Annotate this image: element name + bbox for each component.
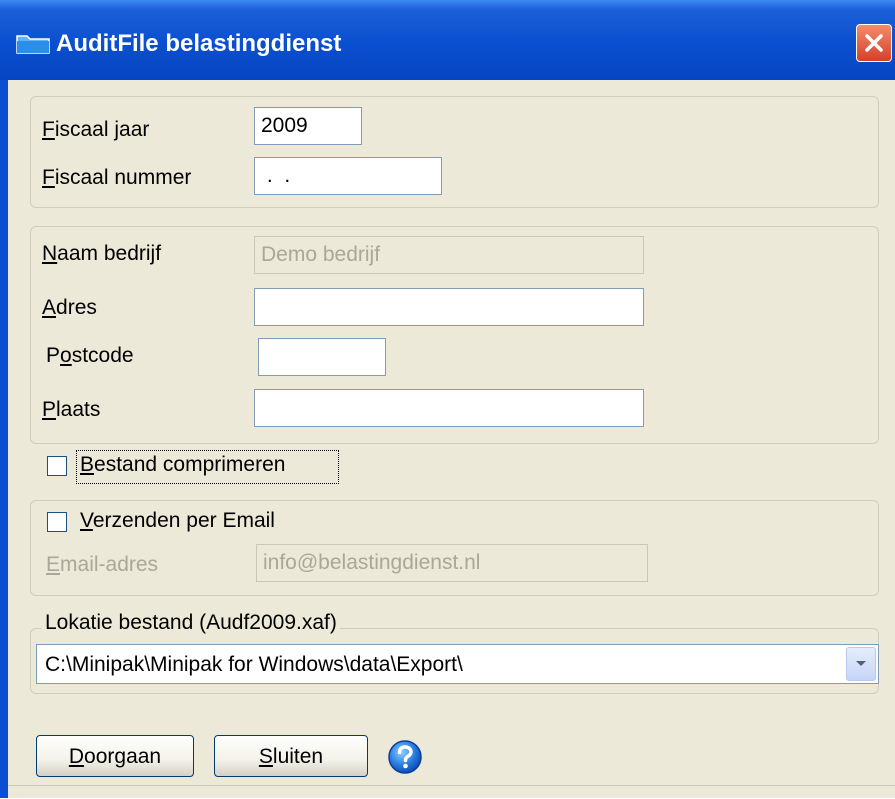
fiscal-group [30, 96, 879, 208]
email-address-input: info@belastingdienst.nl [256, 544, 648, 582]
company-name-label: Naam bedrijf [42, 242, 162, 265]
location-legend: Lokatie bestand (Audf2009.xaf) [42, 611, 340, 635]
close-icon [865, 34, 883, 52]
address-input[interactable] [254, 288, 644, 326]
city-input[interactable] [254, 389, 644, 427]
window-border [0, 80, 8, 798]
fiscal-number-input[interactable]: . . [254, 157, 442, 195]
fiscal-year-input[interactable]: 2009 [254, 107, 362, 145]
email-address-label: Email-adres [46, 553, 159, 576]
email-checkbox-label[interactable]: Verzenden per Email [80, 509, 275, 533]
help-icon[interactable] [387, 739, 423, 775]
dialog-window: AuditFile belastingdienst Fiscaal jaar 2… [0, 0, 895, 798]
compress-checkbox[interactable] [47, 456, 67, 476]
dropdown-button[interactable] [846, 647, 876, 681]
compress-label[interactable]: Bestand comprimeren [80, 453, 285, 477]
fiscal-year-label: Fiscaal jaar [42, 118, 150, 141]
chevron-down-icon [856, 661, 866, 666]
postcode-input[interactable] [258, 338, 386, 376]
city-label: Plaats [42, 398, 101, 421]
email-checkbox[interactable] [47, 512, 67, 532]
title-bar[interactable]: AuditFile belastingdienst [0, 0, 895, 80]
location-path-value: C:\Minipak\Minipak for Windows\data\Expo… [45, 653, 463, 676]
status-bar [8, 785, 895, 799]
window-title: AuditFile belastingdienst [56, 30, 342, 57]
fiscal-number-label: Fiscaal nummer [42, 166, 192, 189]
continue-button[interactable]: Doorgaan [36, 735, 194, 777]
close-button[interactable]: Sluiten [214, 735, 368, 777]
folder-icon [16, 35, 50, 54]
close-window-button[interactable] [856, 24, 892, 62]
address-label: Adres [42, 296, 97, 319]
company-name-input: Demo bedrijf [254, 236, 644, 274]
postcode-label: Postcode [46, 344, 134, 367]
location-path-select[interactable]: C:\Minipak\Minipak for Windows\data\Expo… [36, 644, 879, 684]
